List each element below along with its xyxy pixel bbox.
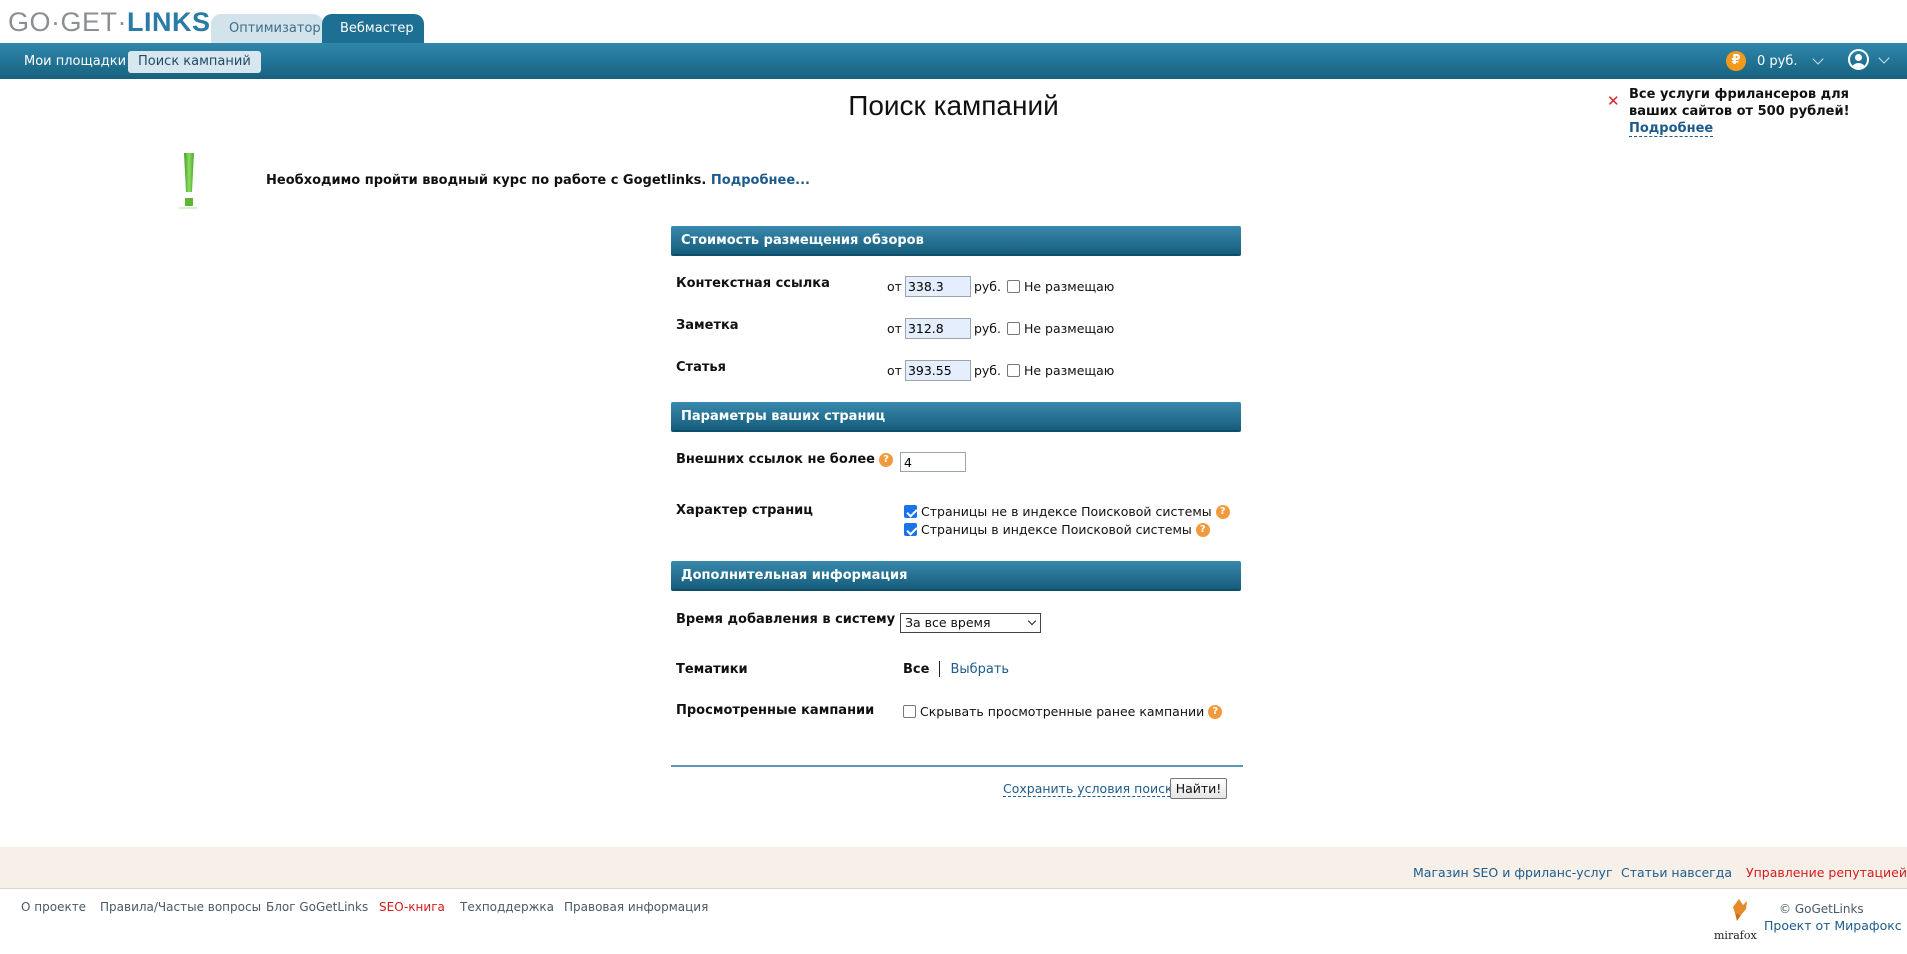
from-label: от (887, 279, 902, 294)
copyright: © GoGetLinks (1779, 902, 1864, 916)
footer-link-blog[interactable]: Блог GoGetLinks (266, 900, 368, 914)
nav-my-sites[interactable]: Мои площадки (14, 51, 136, 73)
page-type-option-not-indexed: Страницы не в индексе Поисковой системы … (904, 504, 1230, 519)
external-links-label: Внешних ссылок не более ? (676, 452, 893, 467)
form-divider (671, 765, 1243, 767)
option-label: Скрывать просмотренные ранее кампании (920, 704, 1205, 719)
footer-link-support[interactable]: Техподдержка (460, 900, 554, 914)
checkbox-not-indexed[interactable] (904, 505, 917, 518)
price-input-context-link[interactable] (904, 276, 971, 297)
nav-campaign-search[interactable]: Поиск кампаний (128, 51, 261, 73)
no-place-label: Не размещаю (1023, 321, 1115, 336)
footer-link-seo-shop[interactable]: Магазин SEO и фриланс-услуг (1413, 865, 1613, 880)
page-type-label: Характер страниц (676, 503, 813, 518)
row-label-article: Статья (676, 360, 726, 375)
help-icon[interactable]: ? (1208, 704, 1223, 719)
price-input-article[interactable] (904, 360, 971, 381)
footer-link-legal[interactable]: Правовая информация (564, 900, 708, 914)
user-avatar-icon (1848, 49, 1869, 70)
period-select[interactable]: За все время (900, 613, 1041, 633)
footer-link-reputation[interactable]: Управление репутацией (1746, 865, 1907, 880)
period-select-value: За все время (905, 615, 991, 630)
intro-course-notice: Необходимо пройти вводный курс по работе… (266, 173, 810, 188)
help-icon[interactable]: ? (1215, 504, 1230, 519)
topics-choose-link[interactable]: Выбрать (950, 662, 1009, 677)
balance-value: 0 руб. (1757, 53, 1798, 69)
hide-viewed-checkbox[interactable] (903, 705, 916, 718)
currency-label: руб. (973, 279, 1001, 294)
row-label-context-link: Контекстная ссылка (676, 276, 830, 291)
rouble-coin-icon: ₽ (1726, 51, 1746, 71)
option-label: Страницы в индексе Поисковой системы (921, 522, 1192, 537)
hide-viewed-option: Скрывать просмотренные ранее кампании ? (903, 704, 1223, 719)
footer: О проекте Правила/Частые вопросы Блог Go… (0, 889, 1907, 954)
from-label: от (887, 363, 902, 378)
page-type-option-indexed: Страницы в индексе Поисковой системы ? (904, 522, 1210, 537)
footer-link-articles[interactable]: Статьи навсегда (1621, 865, 1732, 880)
divider (939, 661, 941, 677)
chevron-down-icon (1878, 51, 1890, 64)
price-control-article: от руб. Не размещаю (887, 360, 1114, 381)
mirafox-wordmark: mirafox (1714, 929, 1757, 942)
no-place-label: Не размещаю (1023, 363, 1115, 378)
notice-more-link[interactable]: Подробнее... (711, 173, 810, 188)
checkbox-indexed[interactable] (904, 523, 917, 536)
save-search-link[interactable]: Сохранить условия поиска (1003, 781, 1181, 797)
section-cost-header: Стоимость размещения обзоров (671, 226, 1241, 256)
period-label: Время добавления в систему (676, 612, 896, 627)
viewed-label: Просмотренные кампании (676, 703, 875, 718)
main-nav: Мои площадки Поиск кампаний ₽ 0 руб. (0, 43, 1907, 79)
external-links-input[interactable] (900, 452, 966, 472)
price-control-context-link: от руб. Не размещаю (887, 276, 1114, 297)
price-control-note: от руб. Не размещаю (887, 318, 1114, 339)
notice-text: Необходимо пройти вводный курс по работе… (266, 173, 711, 188)
row-label-note: Заметка (676, 318, 739, 333)
chevron-down-icon (1027, 616, 1037, 626)
no-place-checkbox-note[interactable] (1006, 322, 1020, 335)
external-links-label-text: Внешних ссылок не более (676, 452, 875, 467)
no-place-checkbox-context-link[interactable] (1006, 280, 1020, 293)
chevron-down-icon (1811, 53, 1824, 65)
tab-optimizer[interactable]: Оптимизатор (211, 14, 323, 43)
mirafox-fox-logo[interactable]: mirafox (1713, 895, 1761, 943)
page-title: Поиск кампаний (848, 90, 1059, 121)
gogetlinks-logo[interactable]: GO·GET·LINKS (8, 7, 211, 38)
from-label: от (887, 321, 902, 336)
help-icon[interactable]: ? (1195, 522, 1210, 537)
section-extra-header: Дополнительная информация (671, 561, 1241, 591)
topics-label: Тематики (676, 662, 748, 677)
footer-link-seo-book[interactable]: SEO-книга (379, 900, 445, 914)
currency-label: руб. (973, 321, 1001, 336)
exclamation-icon (179, 153, 197, 209)
user-menu[interactable] (1848, 49, 1890, 70)
mirafox-project-link[interactable]: Проект от Мирафокс (1764, 918, 1902, 933)
footer-promo-bar: Магазин SEO и фриланс-услуг Статьи навсе… (0, 847, 1907, 889)
promo-more-link[interactable]: Подробнее (1629, 121, 1714, 137)
tab-webmaster[interactable]: Вебмастер (322, 14, 424, 43)
currency-label: руб. (973, 363, 1001, 378)
section-pages-header: Параметры ваших страниц (671, 402, 1241, 432)
top-header: GO·GET·LINKS Оптимизатор Вебмастер (0, 0, 1907, 43)
price-input-note[interactable] (904, 318, 971, 339)
balance-dropdown[interactable]: ₽ 0 руб. (1726, 50, 1824, 72)
no-place-checkbox-article[interactable] (1006, 364, 1020, 377)
footer-link-about[interactable]: О проекте (21, 900, 86, 914)
help-icon[interactable]: ? (878, 452, 893, 467)
option-label: Страницы не в индексе Поисковой системы (921, 504, 1212, 519)
topics-control: Все Выбрать (903, 661, 1009, 677)
footer-link-rules-faq[interactable]: Правила/Частые вопросы (100, 900, 261, 914)
no-place-label: Не размещаю (1023, 279, 1115, 294)
topics-all: Все (903, 661, 930, 677)
find-button[interactable]: Найти! (1170, 778, 1227, 799)
